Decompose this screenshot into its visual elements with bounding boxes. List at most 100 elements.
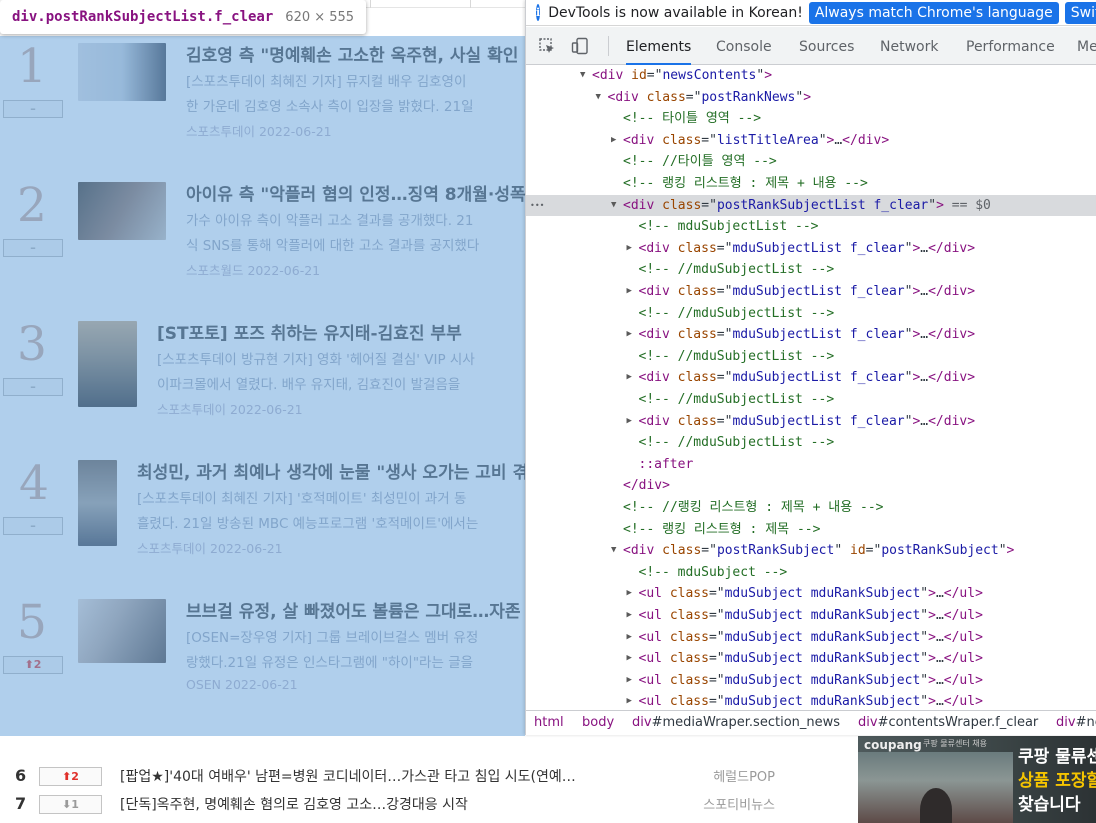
dom-node[interactable]: ▼ <div class="postRankNews">: [526, 87, 1096, 109]
dom-equals: =": [716, 327, 733, 343]
dom-node[interactable]: <!-- mduSubjectList -->: [526, 216, 1096, 238]
article-source-date: 스포츠투데이 2022-06-21: [137, 541, 283, 556]
ad-line-2: 상품 포장할: [1018, 771, 1096, 791]
breadcrumb-item[interactable]: div#ne: [1056, 711, 1096, 735]
dom-node[interactable]: <!-- //mduSubjectList -->: [526, 259, 1096, 281]
expanded-triangle-icon[interactable]: ▼: [596, 87, 606, 109]
dom-node[interactable]: ▶ <div class="mduSubjectList f_clear">…</…: [526, 281, 1096, 303]
breadcrumb-item[interactable]: div#mediaWraper.section_news: [632, 711, 840, 735]
rank-item[interactable]: 5 ⬆2 브브걸 유정, 살 빠졌어도 볼륨은 그대로…자존 [OSEN=장우영 기자…: [0, 593, 525, 732]
dom-node[interactable]: ▶ <div class="listTitleArea">…</div>: [526, 130, 1096, 152]
tab-elements[interactable]: Elements: [626, 27, 692, 65]
article-thumbnail[interactable]: [78, 460, 117, 546]
article-title-link[interactable]: 김호영 측 "명예훼손 고소한 옥주현, 사실 확인: [186, 41, 518, 66]
collapsed-triangle-icon[interactable]: ▶: [627, 367, 637, 389]
article-title-link[interactable]: 최성민, 과거 최예나 생각에 눈물 "생사 오가는 고비 겪: [137, 458, 528, 483]
dom-node[interactable]: <!-- //mduSubjectList -->: [526, 303, 1096, 325]
article-thumbnail[interactable]: [78, 599, 166, 663]
dom-tag-close: >: [928, 629, 936, 645]
dom-quote: ": [818, 132, 827, 148]
dom-tag-open: <: [623, 197, 631, 213]
dom-node[interactable]: ▼ <div class="postRankSubject" id="postRa…: [526, 540, 1096, 562]
switch-language-button[interactable]: Switch: [1064, 1, 1096, 24]
breadcrumb-item[interactable]: html: [534, 711, 564, 735]
dom-node[interactable]: <!-- //mduSubjectList -->: [526, 389, 1096, 411]
dom-node[interactable]: ▶ <ul class="mduSubject mduRankSubject">……: [526, 691, 1096, 710]
collapsed-triangle-icon[interactable]: ▶: [627, 648, 637, 670]
breadcrumb-item[interactable]: body: [582, 711, 614, 735]
tab-sources[interactable]: Sources: [799, 27, 854, 65]
dom-node-text: <div class="mduSubjectList f_clear">…</d…: [639, 324, 976, 346]
article-title-link[interactable]: 브브걸 유정, 살 빠졌어도 볼륨은 그대로…자존: [186, 597, 521, 622]
dom-node-text: <ul class="mduSubject mduRankSubject">…<…: [639, 648, 983, 670]
dom-node[interactable]: ▶ <ul class="mduSubject mduRankSubject">……: [526, 605, 1096, 627]
rank-item[interactable]: 4 – 최성민, 과거 최예나 생각에 눈물 "생사 오가는 고비 겪 [스포츠투데이…: [0, 454, 528, 593]
dom-node[interactable]: ▶ <ul class="mduSubject mduRankSubject">……: [526, 583, 1096, 605]
rank-item[interactable]: 3 – [ST포토] 포즈 취하는 유지태-김효진 부부 [스포츠투데이 방규현 기자…: [0, 315, 525, 454]
dom-equals: =": [646, 68, 663, 83]
dom-node[interactable]: ▶ <ul class="mduSubject mduRankSubject">……: [526, 648, 1096, 670]
dom-node[interactable]: ▶ <div class="mduSubjectList f_clear">…</…: [526, 411, 1096, 433]
dom-node[interactable]: <!-- 타이틀 영역 -->: [526, 108, 1096, 130]
breadcrumb-item[interactable]: div#contentsWraper.f_clear: [858, 711, 1038, 735]
collapsed-triangle-icon[interactable]: ▶: [627, 281, 637, 303]
article-thumbnail[interactable]: [78, 321, 137, 407]
dom-end-tag-name: ul: [959, 694, 976, 710]
collapsed-triangle-icon[interactable]: ▶: [627, 691, 637, 710]
collapsed-triangle-icon[interactable]: ▶: [627, 670, 637, 692]
dom-node[interactable]: ▶ <ul class="mduSubject mduRankSubject">……: [526, 670, 1096, 692]
collapsed-triangle-icon[interactable]: ▶: [627, 605, 637, 627]
dom-node[interactable]: <!-- 랭킹 리스트형 : 제목 + 내용 -->: [526, 173, 1096, 195]
rank-item[interactable]: 1 – 김호영 측 "명예훼손 고소한 옥주현, 사실 확인 [스포츠투데이 최혜진 …: [0, 37, 525, 176]
tab-more[interactable]: Me: [1077, 27, 1096, 65]
expanded-triangle-icon[interactable]: ▼: [611, 195, 621, 217]
dom-node[interactable]: ▶ <ul class="mduSubject mduRankSubject">……: [526, 627, 1096, 649]
list-item[interactable]: 7 ⬇1 [단독]옥주현, 명예훼손 혐의로 김호영 고소…강경대응 시작 스포티비뉴…: [0, 794, 800, 818]
expanded-triangle-icon[interactable]: ▼: [580, 66, 590, 87]
dom-node-text: <!-- //mduSubjectList -->: [639, 389, 835, 411]
device-toolbar-icon[interactable]: [571, 37, 589, 55]
dom-node[interactable]: <!-- 랭킹 리스트형 : 제목 -->: [526, 519, 1096, 541]
dom-node[interactable]: </div>: [526, 475, 1096, 497]
collapsed-triangle-icon[interactable]: ▶: [627, 238, 637, 260]
collapsed-triangle-icon[interactable]: ▶: [627, 627, 637, 649]
collapsed-triangle-icon[interactable]: ▶: [627, 324, 637, 346]
dom-node[interactable]: <!-- //타이틀 영역 -->: [526, 151, 1096, 173]
inspect-element-icon[interactable]: [538, 37, 556, 55]
article-title-link[interactable]: [ST포토] 포즈 취하는 유지태-김효진 부부: [157, 319, 462, 344]
ad-small-text: 쿠팡 물류센터 채용: [923, 739, 987, 748]
article-thumbnail[interactable]: [78, 43, 166, 101]
dom-node[interactable]: ▶ <div class="mduSubjectList f_clear">…</…: [526, 367, 1096, 389]
dom-tag-close: >: [928, 608, 936, 623]
article-thumbnail[interactable]: [78, 182, 166, 240]
dom-quote: ": [920, 672, 929, 688]
dom-node[interactable]: <!-- //mduSubjectList -->: [526, 346, 1096, 368]
collapsed-triangle-icon[interactable]: ▶: [627, 411, 637, 433]
dom-node[interactable]: ▼ <div id="newsContents">: [526, 66, 1096, 87]
rank-item[interactable]: 2 – 아이유 측 "악플러 혐의 인정…징역 8개월·성폭력 가수 아이유 측이 악…: [0, 176, 541, 315]
dom-node[interactable]: ▶ <div class="mduSubjectList f_clear">…</…: [526, 324, 1096, 346]
dom-attr-name: class: [662, 132, 702, 148]
dom-node-text: <!-- 랭킹 리스트형 : 제목 + 내용 -->: [623, 173, 868, 195]
more-options-icon[interactable]: •••: [530, 195, 544, 217]
match-language-button[interactable]: Always match Chrome's language: [808, 1, 1059, 24]
article-title-link[interactable]: 아이유 측 "악플러 혐의 인정…징역 8개월·성폭력: [186, 180, 541, 205]
list-item[interactable]: 6 ⬆2 [팝업★]'40대 여배우' 남편=병원 코디네이터…가스관 타고 침입 …: [0, 766, 800, 790]
tab-console[interactable]: Console: [716, 27, 772, 65]
dom-node-selected[interactable]: ••• ▼ <div class="postRankSubjectList f_cl…: [526, 194, 1096, 217]
collapsed-triangle-icon[interactable]: ▶: [627, 583, 637, 605]
dom-node[interactable]: <!-- //mduSubjectList -->: [526, 432, 1096, 454]
collapsed-triangle-icon[interactable]: ▶: [611, 130, 621, 152]
rank-number: 3: [17, 317, 47, 372]
dom-node[interactable]: <!-- mduSubject -->: [526, 562, 1096, 584]
dom-node[interactable]: ::after: [526, 454, 1096, 476]
dom-node[interactable]: <!-- //랭킹 리스트형 : 제목 + 내용 -->: [526, 497, 1096, 519]
dom-node-text: <!-- //타이틀 영역 -->: [623, 151, 777, 173]
tab-performance[interactable]: Performance: [966, 27, 1055, 65]
dom-node[interactable]: ▶ <div class="mduSubjectList f_clear">…</…: [526, 238, 1096, 260]
list-title-link[interactable]: [단독]옥주현, 명예훼손 혐의로 김호영 고소…강경대응 시작: [120, 794, 468, 814]
tab-network[interactable]: Network: [880, 27, 938, 65]
ad-banner[interactable]: coupang 쿠팡 물류센터 채용 쿠팡 물류센 상품 포장할 찾습니다: [858, 736, 1096, 823]
expanded-triangle-icon[interactable]: ▼: [611, 540, 621, 562]
list-title-link[interactable]: [팝업★]'40대 여배우' 남편=병원 코디네이터…가스관 타고 침입 시도(…: [120, 766, 576, 786]
